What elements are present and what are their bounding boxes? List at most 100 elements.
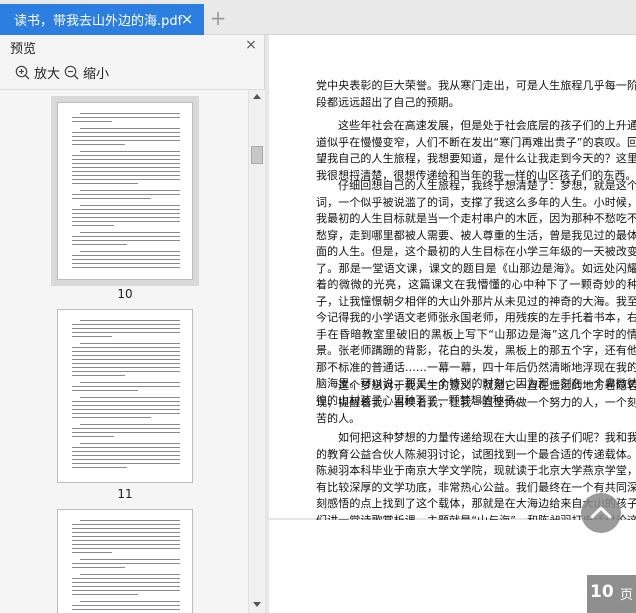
thumbnail-text-line bbox=[72, 198, 151, 199]
thumbnail-text-line bbox=[80, 559, 180, 560]
current-page-indicator: 10 页 bbox=[587, 575, 636, 613]
thumbnail-text-line bbox=[72, 183, 138, 184]
chevron-up-icon bbox=[590, 506, 612, 519]
thumbnail-text-line bbox=[72, 375, 125, 376]
preview-panel-title: 预览 bbox=[10, 42, 37, 57]
zoom-toolbar: 放大 缩小 bbox=[0, 61, 265, 85]
thumbnail-text-line bbox=[72, 463, 180, 464]
zoom-out-button[interactable]: 缩小 bbox=[64, 63, 109, 82]
thumbnail-text-line bbox=[72, 528, 180, 529]
back-to-top-button[interactable] bbox=[581, 493, 621, 533]
thumbnail-text-line bbox=[72, 582, 180, 583]
thumbnail-text-line bbox=[72, 140, 180, 141]
thumbnail-text-line bbox=[72, 590, 180, 591]
thumbnail-text-line bbox=[72, 324, 180, 325]
thumbnail-text-line bbox=[72, 167, 180, 168]
body-paragraph: 这个梦想对于我人生的意义，就是它一直在遥远的地方若隐若现，提醒着我，召唤着我，让… bbox=[316, 379, 636, 425]
thumbnail-text-line bbox=[72, 390, 138, 391]
scroll-up-arrow-icon[interactable] bbox=[253, 94, 261, 99]
page-thumbnail[interactable] bbox=[51, 503, 199, 613]
thumbnail-text-line bbox=[72, 386, 180, 387]
thumbnail-text-line bbox=[72, 236, 180, 237]
thumbnail-text-line bbox=[72, 351, 180, 352]
thumbnail-text-line bbox=[72, 213, 180, 214]
close-panel-icon[interactable]: × bbox=[243, 37, 259, 53]
thumbnail-text-line bbox=[72, 144, 125, 145]
thumbnail-text-line bbox=[72, 447, 180, 448]
thumbnail-text-line bbox=[72, 455, 180, 456]
thumbnail-text-line bbox=[72, 371, 180, 372]
document-tab[interactable]: 读书，带我去山外边的海.pdf × bbox=[0, 4, 204, 35]
thumbnail-text-line bbox=[80, 601, 180, 602]
thumbnail-text-line bbox=[72, 586, 180, 587]
thumbnail-text-line bbox=[72, 417, 151, 418]
scroll-down-arrow-icon[interactable] bbox=[253, 602, 261, 607]
thumbnail-text-line bbox=[72, 240, 180, 241]
thumbnail-text-line bbox=[72, 413, 180, 414]
zoom-out-label: 缩小 bbox=[83, 67, 110, 82]
scrollbar-thumb[interactable] bbox=[251, 146, 263, 164]
pdf-reader-window: 读书，带我去山外边的海.pdf × + 预览 × 放大 缩小 10 11 党中央… bbox=[0, 0, 636, 613]
zoom-in-button[interactable]: 放大 bbox=[15, 63, 60, 82]
thumbnail-text-line bbox=[72, 136, 180, 137]
thumbnail-image bbox=[57, 309, 193, 483]
zoom-out-icon bbox=[64, 65, 79, 80]
zoom-in-label: 放大 bbox=[34, 67, 61, 82]
thumbnail-image bbox=[57, 102, 193, 280]
thumbnail-text-line bbox=[72, 540, 180, 541]
thumbnail-text-line bbox=[72, 524, 180, 525]
thumbnail-text-line bbox=[72, 428, 180, 429]
new-tab-icon[interactable]: + bbox=[208, 8, 228, 28]
thumbnail-text-line bbox=[72, 594, 138, 595]
thumbnail-text-line bbox=[72, 259, 180, 260]
body-paragraph: 仔细回想自己的人生旅程，我终于想清楚了：梦想，就是这个词，一个似乎被说滥了的词，… bbox=[316, 179, 636, 407]
thumbnail-text-line bbox=[72, 194, 180, 195]
document-page: 党中央表彰的巨大荣誉。我从寒门走出，可是人生旅程几乎每一阶段都远远超出了自己的预… bbox=[269, 35, 636, 560]
thumbnail-text-line bbox=[80, 343, 180, 344]
thumbnail-text-line bbox=[72, 536, 180, 537]
preview-panel: 预览 × 放大 缩小 10 11 bbox=[0, 35, 265, 613]
thumbnail-text-line bbox=[80, 113, 180, 114]
thumbnail-text-line bbox=[80, 320, 180, 321]
thumbnail-text-line bbox=[72, 459, 180, 460]
thumbnail-text-line bbox=[72, 563, 180, 564]
thumbnail-text-line bbox=[72, 359, 180, 360]
thumbnail-text-line bbox=[80, 397, 180, 398]
thumbnail-text-line bbox=[80, 251, 180, 252]
thumbnail-text-line bbox=[72, 179, 180, 180]
page-unit-label: 页 bbox=[620, 588, 634, 603]
tab-bar: 读书，带我去山外边的海.pdf × + bbox=[0, 0, 636, 35]
thumbnail-text-line bbox=[72, 132, 180, 133]
thumbnail-text-line bbox=[72, 347, 180, 348]
thumbnail-text-line bbox=[72, 225, 114, 226]
thumbnail-text-line bbox=[72, 578, 180, 579]
body-paragraph: 这些年社会在高速发展，但是处于社会底层的孩子们的上升通道似乎在慢慢变窄，人们不断… bbox=[316, 119, 636, 182]
thumbnail-text-line bbox=[80, 128, 180, 129]
preview-panel-header: 预览 × bbox=[0, 35, 265, 58]
thumbnail-text-line bbox=[80, 520, 180, 521]
thumbnail-text-line bbox=[72, 544, 180, 545]
thumbnail-text-line bbox=[80, 151, 180, 152]
page-thumbnail[interactable] bbox=[51, 96, 199, 286]
thumbnail-text-line bbox=[72, 163, 180, 164]
thumbnail-text-line bbox=[72, 409, 180, 410]
thumbnail-text-line bbox=[72, 605, 180, 606]
thumbnail-text-line bbox=[72, 328, 180, 329]
thumbnail-text-line bbox=[72, 355, 180, 356]
thumbnail-scrollbar[interactable] bbox=[248, 90, 265, 613]
thumbnail-text-line bbox=[72, 405, 180, 406]
page-thumbnail[interactable] bbox=[51, 303, 199, 489]
thumbnail-list: 10 11 bbox=[0, 90, 248, 613]
close-tab-icon[interactable]: × bbox=[178, 10, 196, 28]
thumbnail-text-line bbox=[72, 552, 112, 553]
thumbnail-text-line bbox=[80, 382, 180, 383]
thumbnail-text-line bbox=[80, 190, 180, 191]
thumbnail-text-line bbox=[72, 175, 180, 176]
thumbnail-text-line bbox=[72, 263, 180, 264]
thumbnail-text-line bbox=[72, 467, 127, 468]
zoom-in-icon bbox=[15, 65, 30, 80]
thumbnail-text-line bbox=[72, 121, 112, 122]
thumbnail-image bbox=[57, 509, 193, 613]
thumbnail-text-line bbox=[72, 159, 180, 160]
thumbnail-text-line bbox=[72, 548, 180, 549]
